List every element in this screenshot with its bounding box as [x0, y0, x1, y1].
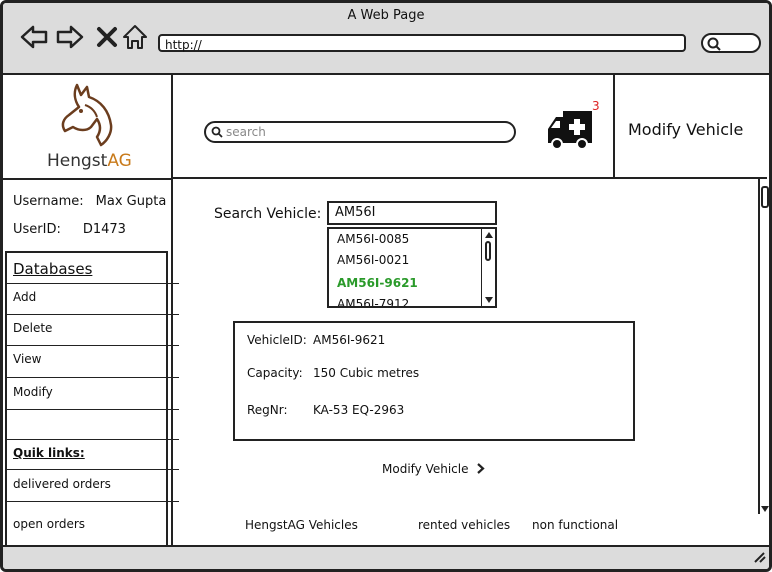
- capacity-label: Capacity:: [247, 366, 303, 380]
- horse-logo-icon: [61, 83, 113, 147]
- brand-name-prefix: Hengst: [47, 151, 108, 171]
- header-divider-vertical: [613, 75, 615, 177]
- vehicle-id-value: AM56I-9621: [313, 333, 386, 347]
- search-icon: [211, 126, 223, 138]
- divider: [5, 345, 179, 346]
- brand-name-suffix: AG: [107, 151, 132, 171]
- suggestion-scrollbar[interactable]: [481, 229, 495, 306]
- browser-chrome: A Web Page http://: [3, 3, 769, 75]
- window-title: A Web Page: [347, 8, 425, 23]
- divider: [5, 469, 179, 470]
- username-row: Username: Max Gupta: [13, 194, 166, 209]
- chevron-right-icon: [477, 463, 485, 474]
- sidebar-item-modify[interactable]: Modify: [13, 385, 53, 399]
- reg-nr-value: KA-53 EQ-2963: [313, 403, 405, 417]
- close-icon[interactable]: [93, 23, 121, 51]
- back-arrow-icon[interactable]: [20, 23, 48, 51]
- vehicle-suggestion-list[interactable]: AM56I-0085 AM56I-0021 AM56I-9621 AM56I-7…: [327, 227, 497, 308]
- header-divider: [173, 177, 767, 179]
- page-title: Modify Vehicle: [628, 120, 744, 139]
- sidebar-item-view[interactable]: View: [13, 352, 41, 366]
- footer-link-hengstag-vehicles[interactable]: HengstAG Vehicles: [245, 518, 358, 532]
- footer-link-non-functional[interactable]: non functional: [532, 518, 618, 532]
- detail-reg-nr: RegNr: KA-53 EQ-2963: [247, 403, 404, 417]
- search-icon: [707, 37, 721, 51]
- ambulance-icon[interactable]: [546, 109, 594, 151]
- brand-name: HengstAG: [47, 151, 132, 171]
- divider: [5, 377, 179, 378]
- browser-window: A Web Page http:// HengstAG Username: Ma…: [0, 0, 772, 572]
- sidebar-item-add[interactable]: Add: [13, 290, 36, 304]
- reg-nr-label: RegNr:: [247, 403, 288, 417]
- search-vehicle-input[interactable]: AM56I: [327, 201, 497, 225]
- status-bar: [3, 545, 769, 569]
- search-input[interactable]: search: [204, 121, 516, 143]
- list-item[interactable]: AM56I-7912: [337, 297, 409, 306]
- browser-search-field[interactable]: [701, 33, 761, 53]
- divider: [5, 439, 179, 440]
- main-scrollbar[interactable]: [758, 179, 770, 514]
- modify-vehicle-button[interactable]: Modify Vehicle: [382, 462, 485, 476]
- divider: [5, 314, 179, 315]
- notification-badge: 3: [592, 99, 600, 113]
- scrollbar-thumb[interactable]: [761, 186, 769, 208]
- url-bar[interactable]: http://: [158, 34, 686, 52]
- vehicle-id-label: VehicleID:: [247, 333, 307, 347]
- quicklink-open-orders[interactable]: open orders: [13, 517, 85, 531]
- search-vehicle-label: Search Vehicle:: [214, 206, 322, 222]
- scroll-down-icon[interactable]: [484, 296, 494, 304]
- userid-row: UserID: D1473: [13, 222, 126, 237]
- capacity-value: 150 Cubic metres: [313, 366, 420, 380]
- quicklink-delivered-orders[interactable]: delivered orders: [13, 477, 111, 491]
- username-label: Username:: [13, 194, 84, 209]
- quicklinks-title: Quik links:: [13, 446, 85, 460]
- divider: [5, 501, 179, 502]
- brand-logo[interactable]: HengstAG: [3, 75, 171, 180]
- userid-label: UserID:: [13, 222, 61, 237]
- list-item[interactable]: AM56I-0085: [337, 232, 409, 246]
- list-item[interactable]: AM56I-0021: [337, 253, 409, 267]
- home-icon[interactable]: [121, 23, 149, 51]
- detail-vehicle-id: VehicleID: AM56I-9621: [247, 333, 385, 347]
- footer-link-rented-vehicles[interactable]: rented vehicles: [418, 518, 510, 532]
- userid-value: D1473: [82, 222, 126, 237]
- suggestion-scrollbar-thumb[interactable]: [485, 241, 491, 261]
- divider: [5, 283, 179, 284]
- list-item-selected[interactable]: AM56I-9621: [337, 276, 418, 290]
- divider: [5, 409, 179, 410]
- databases-title: Databases: [13, 260, 93, 278]
- scroll-down-icon[interactable]: [760, 504, 770, 514]
- resize-grip-icon[interactable]: [751, 551, 767, 563]
- sidebar-item-delete[interactable]: Delete: [13, 321, 52, 335]
- forward-arrow-icon[interactable]: [56, 23, 84, 51]
- vehicle-details-panel: VehicleID: AM56I-9621 Capacity: 150 Cubi…: [233, 321, 635, 441]
- modify-vehicle-label: Modify Vehicle: [382, 462, 469, 476]
- username-value: Max Gupta: [95, 194, 167, 209]
- detail-capacity: Capacity: 150 Cubic metres: [247, 366, 419, 380]
- scroll-up-icon[interactable]: [484, 231, 494, 239]
